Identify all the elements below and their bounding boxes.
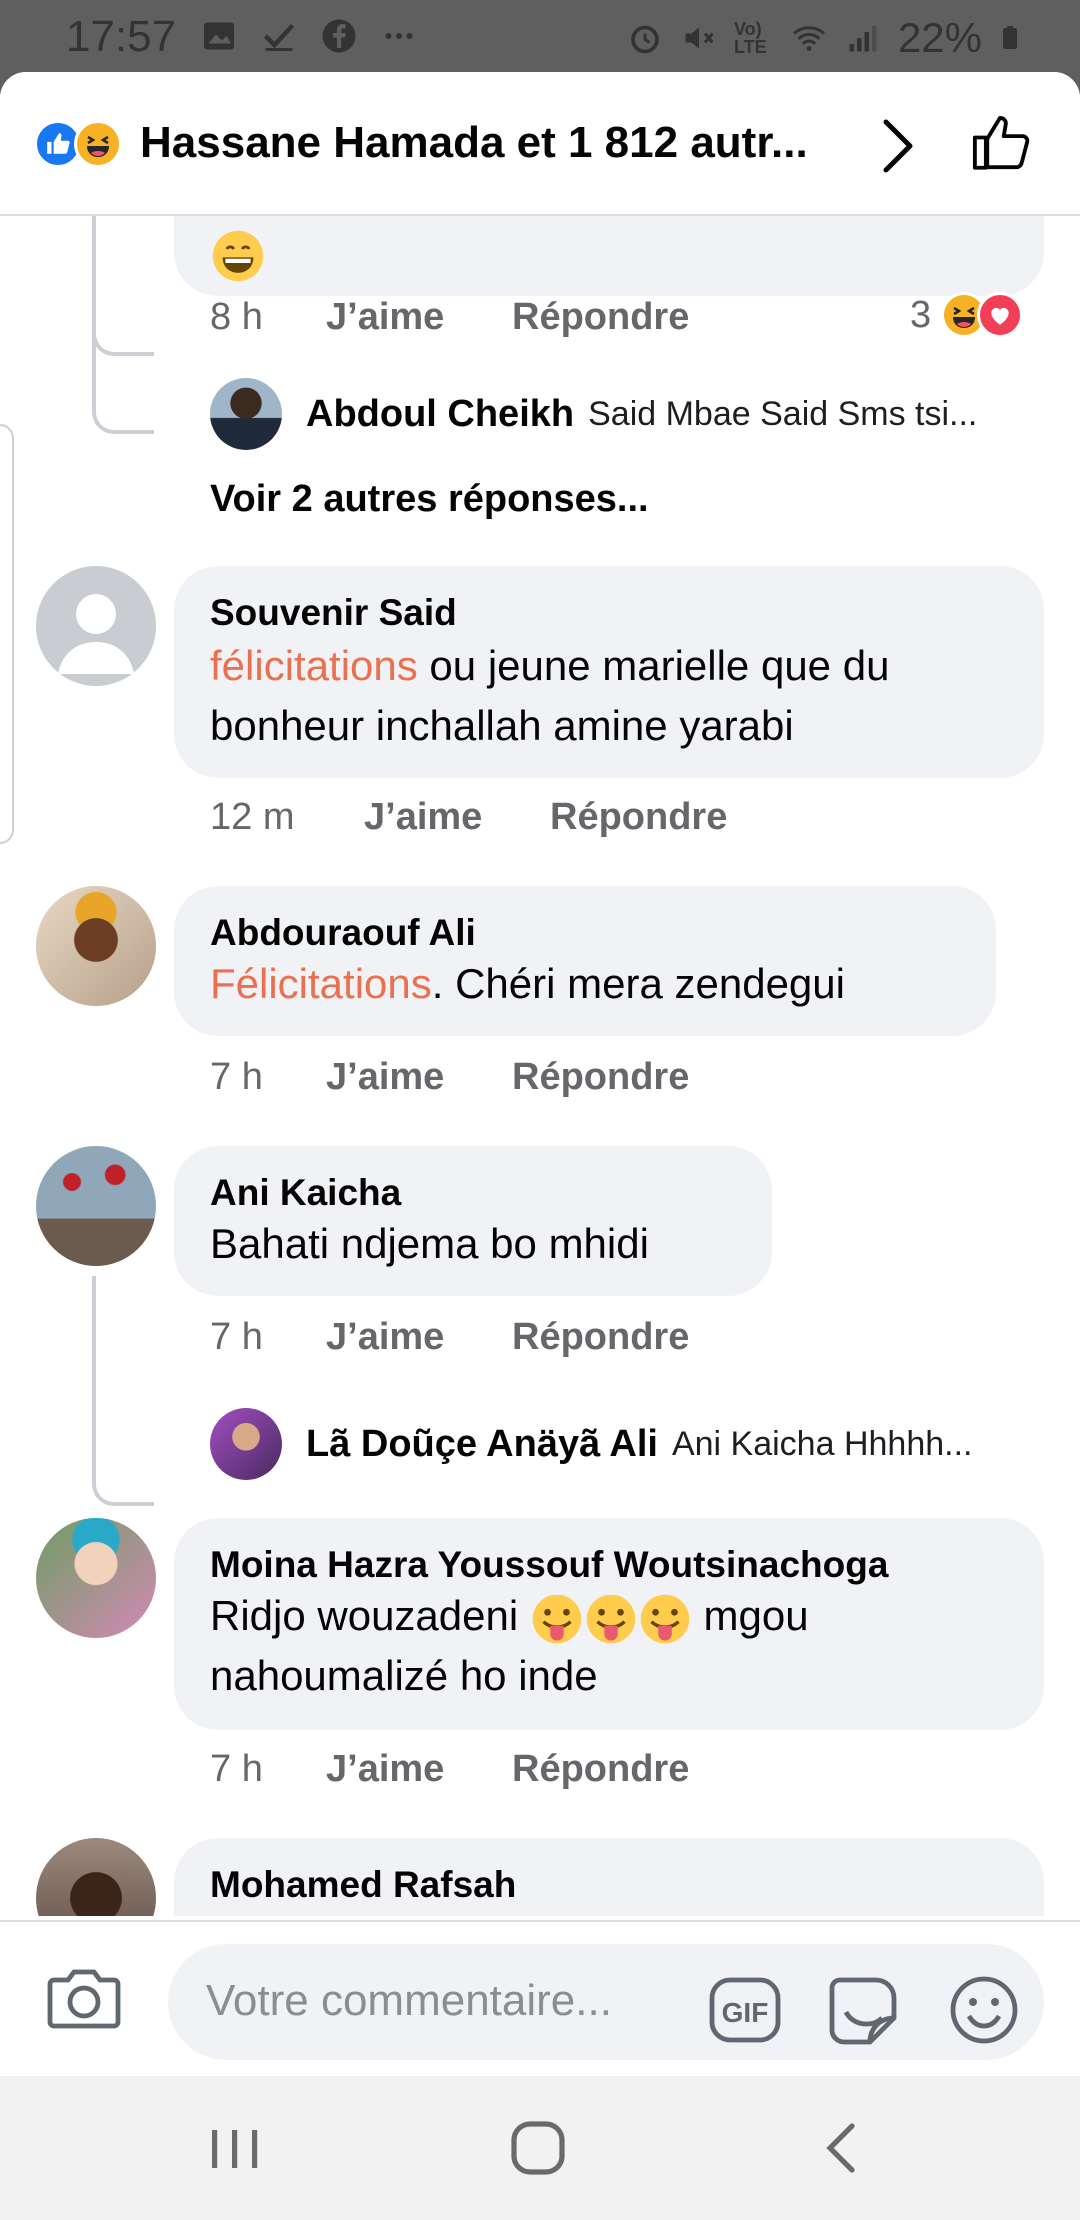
like-button[interactable]: J’aime bbox=[326, 1748, 512, 1791]
battery-percent: 22% bbox=[897, 14, 982, 61]
thread-line bbox=[92, 1276, 154, 1506]
comment-text-part: nahoumalizé ho inde bbox=[210, 1652, 598, 1699]
comment-text-part: mgou bbox=[691, 1592, 809, 1639]
back-icon[interactable] bbox=[812, 2118, 872, 2178]
highlight-word[interactable]: Félicitations bbox=[210, 960, 432, 1007]
gallery-icon bbox=[204, 22, 234, 50]
like-button[interactable]: J’aime bbox=[326, 1056, 512, 1099]
avatar[interactable] bbox=[36, 1146, 156, 1266]
comment-text-part: . Chéri mera zendegui bbox=[431, 960, 845, 1007]
comment-author[interactable]: Mohamed Rafsah bbox=[210, 1864, 516, 1906]
gif-icon[interactable]: GIF bbox=[708, 1976, 782, 2044]
mute-icon bbox=[685, 27, 714, 49]
comment-meta: 8 h J’aime Répondre bbox=[210, 296, 689, 339]
status-bar: 17:57 Vo) LTE 22% bbox=[0, 0, 1080, 72]
reply-author[interactable]: Lã Doũçe Anäyã Ali bbox=[306, 1423, 658, 1466]
comment-input[interactable]: Votre commentaire... GIF bbox=[168, 1944, 1044, 2060]
view-more-replies-link[interactable]: Voir 2 autres réponses... bbox=[210, 478, 649, 521]
haha-reaction-icon bbox=[74, 120, 122, 168]
comment-author[interactable]: Moina Hazra Youssouf Woutsinachoga bbox=[210, 1544, 888, 1586]
reply-preview[interactable]: Abdoul Cheikh Said Mbae Said Sms tsi... bbox=[210, 378, 977, 450]
system-nav-bar bbox=[0, 2076, 1080, 2220]
comment-time: 7 h bbox=[210, 1056, 263, 1098]
reaction-count[interactable]: 3 bbox=[910, 292, 1024, 338]
comment-text-part: bonheur inchallah amine yarabi bbox=[210, 702, 794, 749]
like-button[interactable]: J’aime bbox=[326, 296, 512, 339]
emoji-smile-icon[interactable] bbox=[948, 1974, 1020, 2046]
comment-bubble[interactable] bbox=[174, 216, 1044, 296]
avatar[interactable] bbox=[36, 1518, 156, 1638]
wifi-icon bbox=[792, 26, 825, 51]
reply-text: Ani Kaicha Hhhhh... bbox=[671, 1424, 973, 1463]
comment-author[interactable]: Souvenir Said bbox=[210, 592, 457, 634]
comment-author[interactable]: Abdouraouf Ali bbox=[210, 912, 476, 954]
network-type: Vo) LTE bbox=[733, 19, 767, 57]
comment-text: Ridjo wouzadeni mgou nahoumalizé ho inde bbox=[210, 1586, 1030, 1706]
battery-icon bbox=[1003, 26, 1017, 49]
comment-time: 7 h bbox=[210, 1748, 263, 1790]
comment-text-part: Ridjo wouzadeni bbox=[210, 1592, 530, 1639]
cell-signal-icon bbox=[849, 26, 877, 52]
reply-button[interactable]: Répondre bbox=[550, 796, 727, 839]
comment-text-part: ou jeune marielle que du bbox=[417, 642, 890, 689]
reaction-summary bbox=[34, 120, 122, 168]
alarm-icon bbox=[631, 25, 659, 54]
recent-apps-icon[interactable] bbox=[206, 2118, 266, 2178]
comment-meta: 7 h J’aime Répondre bbox=[210, 1748, 689, 1791]
tongue-emoji-icon bbox=[640, 1594, 690, 1644]
avatar[interactable] bbox=[210, 378, 282, 450]
comment-list[interactable]: 8 h J’aime Répondre 3 Abdoul Cheikh Said… bbox=[0, 216, 1080, 1916]
love-reaction-icon bbox=[977, 292, 1024, 338]
reaction-count-number: 3 bbox=[910, 293, 932, 336]
tongue-emoji-icon bbox=[586, 1594, 636, 1644]
reply-author[interactable]: Abdoul Cheikh bbox=[306, 393, 574, 436]
comment-meta: 7 h J’aime Répondre bbox=[210, 1056, 689, 1099]
like-outline-icon[interactable] bbox=[968, 110, 1034, 176]
thread-line bbox=[92, 216, 154, 434]
comment-input-placeholder: Votre commentaire... bbox=[206, 1976, 612, 2025]
home-icon[interactable] bbox=[506, 2118, 570, 2178]
comments-sheet: Hassane Hamada et 1 812 autr... 8 h J’ai… bbox=[0, 72, 1080, 2076]
notification-icons bbox=[200, 18, 418, 54]
comment-time: 7 h bbox=[210, 1316, 263, 1358]
check-icon bbox=[263, 23, 295, 51]
sticker-icon[interactable] bbox=[828, 1972, 902, 2048]
avatar[interactable] bbox=[36, 1838, 156, 1916]
comment-text: félicitations ou jeune marielle que du b… bbox=[210, 636, 1030, 756]
comment-composer: Votre commentaire... GIF bbox=[0, 1920, 1080, 2076]
reactions-header[interactable]: Hassane Hamada et 1 812 autr... bbox=[0, 72, 1080, 216]
avatar[interactable] bbox=[36, 566, 156, 686]
reply-button[interactable]: Répondre bbox=[512, 1316, 689, 1359]
comment-meta: 7 h J’aime Répondre bbox=[210, 1316, 689, 1359]
comment-author[interactable]: Ani Kaicha bbox=[210, 1172, 401, 1214]
reply-button[interactable]: Répondre bbox=[512, 1056, 689, 1099]
chevron-right-icon[interactable] bbox=[878, 118, 918, 174]
reply-button[interactable]: Répondre bbox=[512, 296, 689, 339]
grin-emoji-icon bbox=[212, 230, 264, 282]
facebook-icon bbox=[322, 19, 356, 53]
comment-meta: 12 m J’aime Répondre bbox=[210, 796, 727, 839]
reactions-title[interactable]: Hassane Hamada et 1 812 autr... bbox=[140, 118, 808, 168]
like-button[interactable]: J’aime bbox=[364, 796, 550, 839]
reply-button[interactable]: Répondre bbox=[512, 1748, 689, 1791]
comment-text: Bahati ndjema bo mhidi bbox=[210, 1220, 649, 1267]
avatar[interactable] bbox=[210, 1408, 282, 1480]
status-time: 17:57 bbox=[66, 12, 177, 61]
comment-time: 8 h bbox=[210, 296, 263, 338]
scroll-edge-indicator bbox=[0, 424, 14, 844]
camera-icon[interactable] bbox=[46, 1964, 122, 2030]
gif-label: GIF bbox=[722, 1997, 769, 2028]
highlight-word[interactable]: félicitations bbox=[210, 642, 418, 689]
like-button[interactable]: J’aime bbox=[326, 1316, 512, 1359]
reply-preview[interactable]: Lã Doũçe Anäyã Ali Ani Kaicha Hhhhh... bbox=[210, 1408, 972, 1480]
comment-time: 12 m bbox=[210, 796, 295, 838]
reply-text: Said Mbae Said Sms tsi... bbox=[588, 394, 978, 433]
system-icons: Vo) LTE 22% bbox=[626, 14, 1022, 62]
comment-text: Félicitations. Chéri mera zendegui bbox=[210, 954, 990, 1014]
avatar[interactable] bbox=[36, 886, 156, 1006]
more-icon bbox=[385, 33, 413, 39]
tongue-emoji-icon bbox=[532, 1594, 582, 1644]
